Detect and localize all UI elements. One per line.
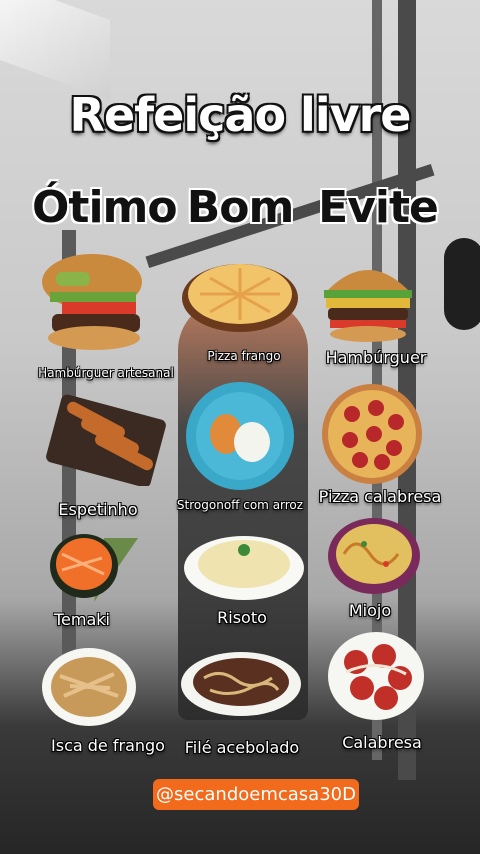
- pizza-calabresa-image: [322, 384, 422, 484]
- column-header-bom: Bom: [186, 182, 295, 233]
- burger-image: [324, 270, 412, 342]
- steak-onion-image: [181, 652, 301, 716]
- social-handle-badge[interactable]: @secandoemcasa30D: [153, 779, 359, 810]
- risotto-image: [184, 536, 304, 600]
- item-label: Miojo: [348, 601, 392, 620]
- chicken-strips-image: [42, 648, 136, 726]
- item-label: Temaki: [54, 610, 110, 629]
- column-header-otimo: Ótimo: [32, 182, 178, 233]
- item-label: Hambúrguer artesanal: [38, 366, 174, 380]
- strogonoff-rice-image: [186, 382, 294, 490]
- instant-noodles-image: [328, 518, 420, 594]
- item-label: Pizza calabresa: [318, 487, 442, 506]
- item-label: Filé acebolado: [184, 738, 300, 757]
- skewers-image: [46, 394, 166, 486]
- weight-plate: [444, 238, 480, 330]
- calabresa-image: [328, 632, 424, 720]
- temaki-image: [50, 534, 138, 602]
- item-label: Strogonoff com arroz: [176, 498, 304, 512]
- item-label: Espetinho: [58, 500, 138, 519]
- pizza-chicken-image: [182, 264, 298, 332]
- item-label: Calabresa: [342, 733, 422, 752]
- item-label: Hambúrguer: [325, 348, 427, 367]
- column-header-evite: Evite: [318, 182, 439, 233]
- page-title: Refeição livre: [69, 88, 412, 142]
- burger-artisan-image: [42, 254, 142, 350]
